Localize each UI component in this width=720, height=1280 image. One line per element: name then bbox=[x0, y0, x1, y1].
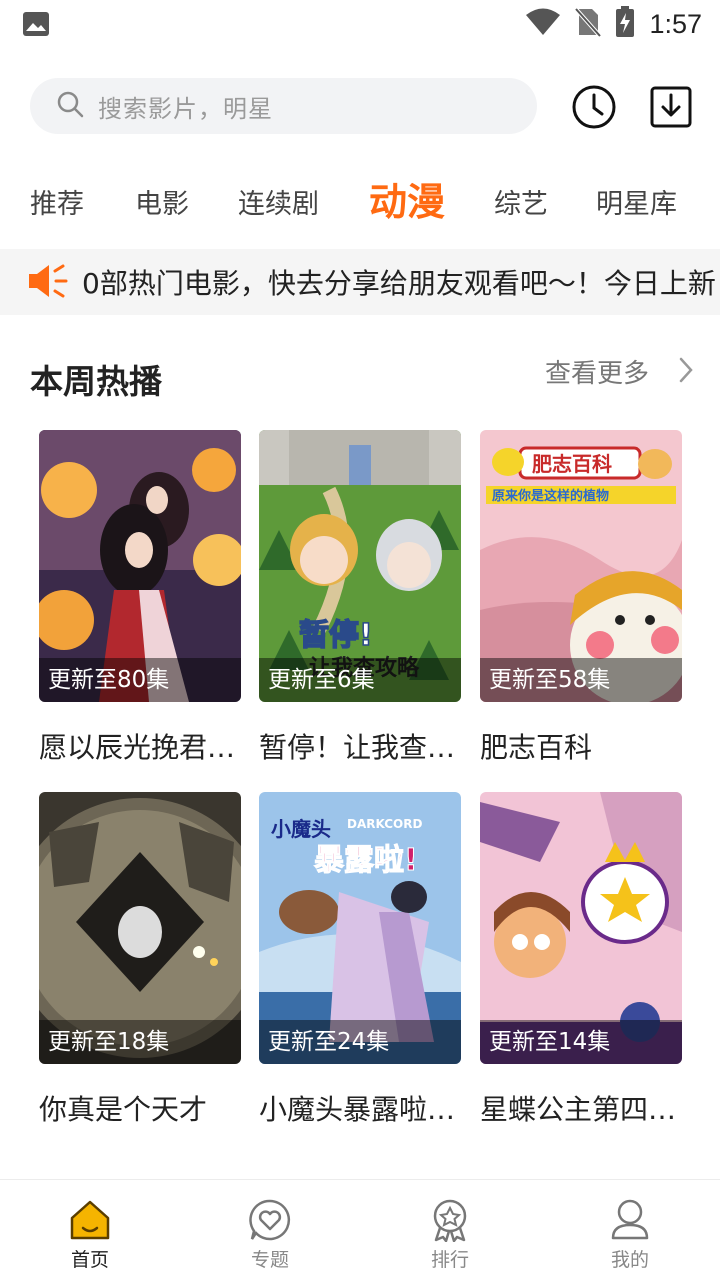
announcement-bar[interactable]: 0部热门电影，快去分享给朋友观看吧～！今日上新 bbox=[0, 249, 720, 315]
anime-card[interactable]: 暂停! 让我查攻略 更新至6集 暂停！让我查… bbox=[259, 430, 461, 766]
poster[interactable]: 更新至80集 bbox=[39, 430, 241, 702]
status-time: 1:57 bbox=[649, 8, 702, 39]
episode-badge: 更新至24集 bbox=[259, 1020, 461, 1064]
poster-logo: 暂停! bbox=[299, 618, 373, 653]
tab-movies[interactable]: 电影 bbox=[135, 182, 189, 221]
download-icon[interactable] bbox=[650, 86, 692, 128]
anime-card[interactable]: 更新至80集 愿以辰光挽君… bbox=[39, 430, 241, 766]
speaker-icon bbox=[27, 261, 71, 301]
tab-series[interactable]: 连续剧 bbox=[238, 182, 319, 221]
nav-label: 排行 bbox=[430, 1249, 469, 1271]
poster[interactable]: 更新至14集 bbox=[480, 792, 682, 1064]
medal-icon bbox=[433, 1199, 467, 1242]
tab-stars[interactable]: 明星库 bbox=[596, 182, 677, 221]
history-clock-icon[interactable] bbox=[571, 84, 617, 130]
nav-ranking[interactable]: 排行 bbox=[405, 1198, 495, 1272]
nav-home[interactable]: 首页 bbox=[45, 1198, 135, 1272]
anime-card[interactable]: 更新至14集 星蝶公主第四… bbox=[480, 792, 682, 1128]
no-sim-icon bbox=[574, 7, 602, 41]
tab-anime[interactable]: 动漫 bbox=[369, 171, 445, 226]
nav-profile[interactable]: 我的 bbox=[585, 1198, 675, 1272]
status-bar: 1:57 bbox=[0, 0, 720, 50]
card-title: 星蝶公主第四… bbox=[480, 1093, 677, 1126]
episode-badge: 更新至6集 bbox=[259, 658, 461, 702]
anime-card[interactable]: 小魔头 DARKCORD 暴露啦! 更新至24集 小魔头暴露啦… bbox=[259, 792, 461, 1128]
poster-subtitle: 暴露啦! bbox=[314, 843, 418, 878]
card-title: 小魔头暴露啦… bbox=[259, 1093, 456, 1126]
anime-card[interactable]: 肥志百科 原来你是这样的植物 更新至58集 肥志百科 bbox=[480, 430, 682, 766]
card-title: 你真是个天才 bbox=[39, 1093, 208, 1126]
nav-label: 专题 bbox=[250, 1249, 289, 1271]
announcement-text: 0部热门电影，快去分享给朋友观看吧～！今日上新 bbox=[82, 267, 716, 300]
card-title: 肥志百科 bbox=[480, 731, 593, 764]
poster-logo: 小魔头 bbox=[271, 817, 331, 841]
poster-english-title: DARKCORD bbox=[347, 817, 422, 831]
poster[interactable]: 肥志百科 原来你是这样的植物 更新至58集 bbox=[480, 430, 682, 702]
anime-card[interactable]: 更新至18集 你真是个天才 bbox=[39, 792, 241, 1128]
poster[interactable]: 更新至18集 bbox=[39, 792, 241, 1064]
chevron-right-icon[interactable] bbox=[678, 356, 694, 384]
poster-subtitle: 原来你是这样的植物 bbox=[492, 488, 609, 504]
bottom-navigation: 首页 专题 排行 我的 bbox=[0, 1179, 720, 1280]
heart-chat-icon bbox=[249, 1199, 291, 1241]
poster[interactable]: 小魔头 DARKCORD 暴露啦! 更新至24集 bbox=[259, 792, 461, 1064]
battery-charging-icon bbox=[615, 6, 635, 42]
card-title: 愿以辰光挽君… bbox=[39, 731, 236, 764]
tab-variety[interactable]: 综艺 bbox=[494, 182, 548, 221]
episode-badge: 更新至80集 bbox=[39, 658, 241, 702]
gallery-notification-icon bbox=[22, 11, 50, 41]
episode-badge: 更新至58集 bbox=[480, 658, 682, 702]
home-icon bbox=[70, 1200, 110, 1240]
nav-label: 我的 bbox=[610, 1249, 649, 1271]
poster[interactable]: 暂停! 让我查攻略 更新至6集 bbox=[259, 430, 461, 702]
view-more-link[interactable]: 查看更多 bbox=[545, 353, 649, 390]
poster-logo: 肥志百科 bbox=[532, 452, 612, 476]
tab-recommend[interactable]: 推荐 bbox=[30, 182, 84, 221]
episode-badge: 更新至14集 bbox=[480, 1020, 682, 1064]
episode-badge: 更新至18集 bbox=[39, 1020, 241, 1064]
search-icon bbox=[56, 90, 84, 122]
category-tabs: 推荐 电影 连续剧 动漫 综艺 明星库 bbox=[0, 165, 720, 235]
search-input[interactable]: 搜索影片，明星 bbox=[30, 78, 537, 134]
search-placeholder: 搜索影片，明星 bbox=[98, 94, 273, 123]
section-title: 本周热播 bbox=[30, 362, 162, 401]
user-icon bbox=[611, 1199, 649, 1240]
wifi-icon bbox=[525, 8, 561, 40]
nav-label: 首页 bbox=[70, 1249, 109, 1271]
card-title: 暂停！让我查… bbox=[259, 731, 456, 764]
nav-topics[interactable]: 专题 bbox=[225, 1198, 315, 1272]
